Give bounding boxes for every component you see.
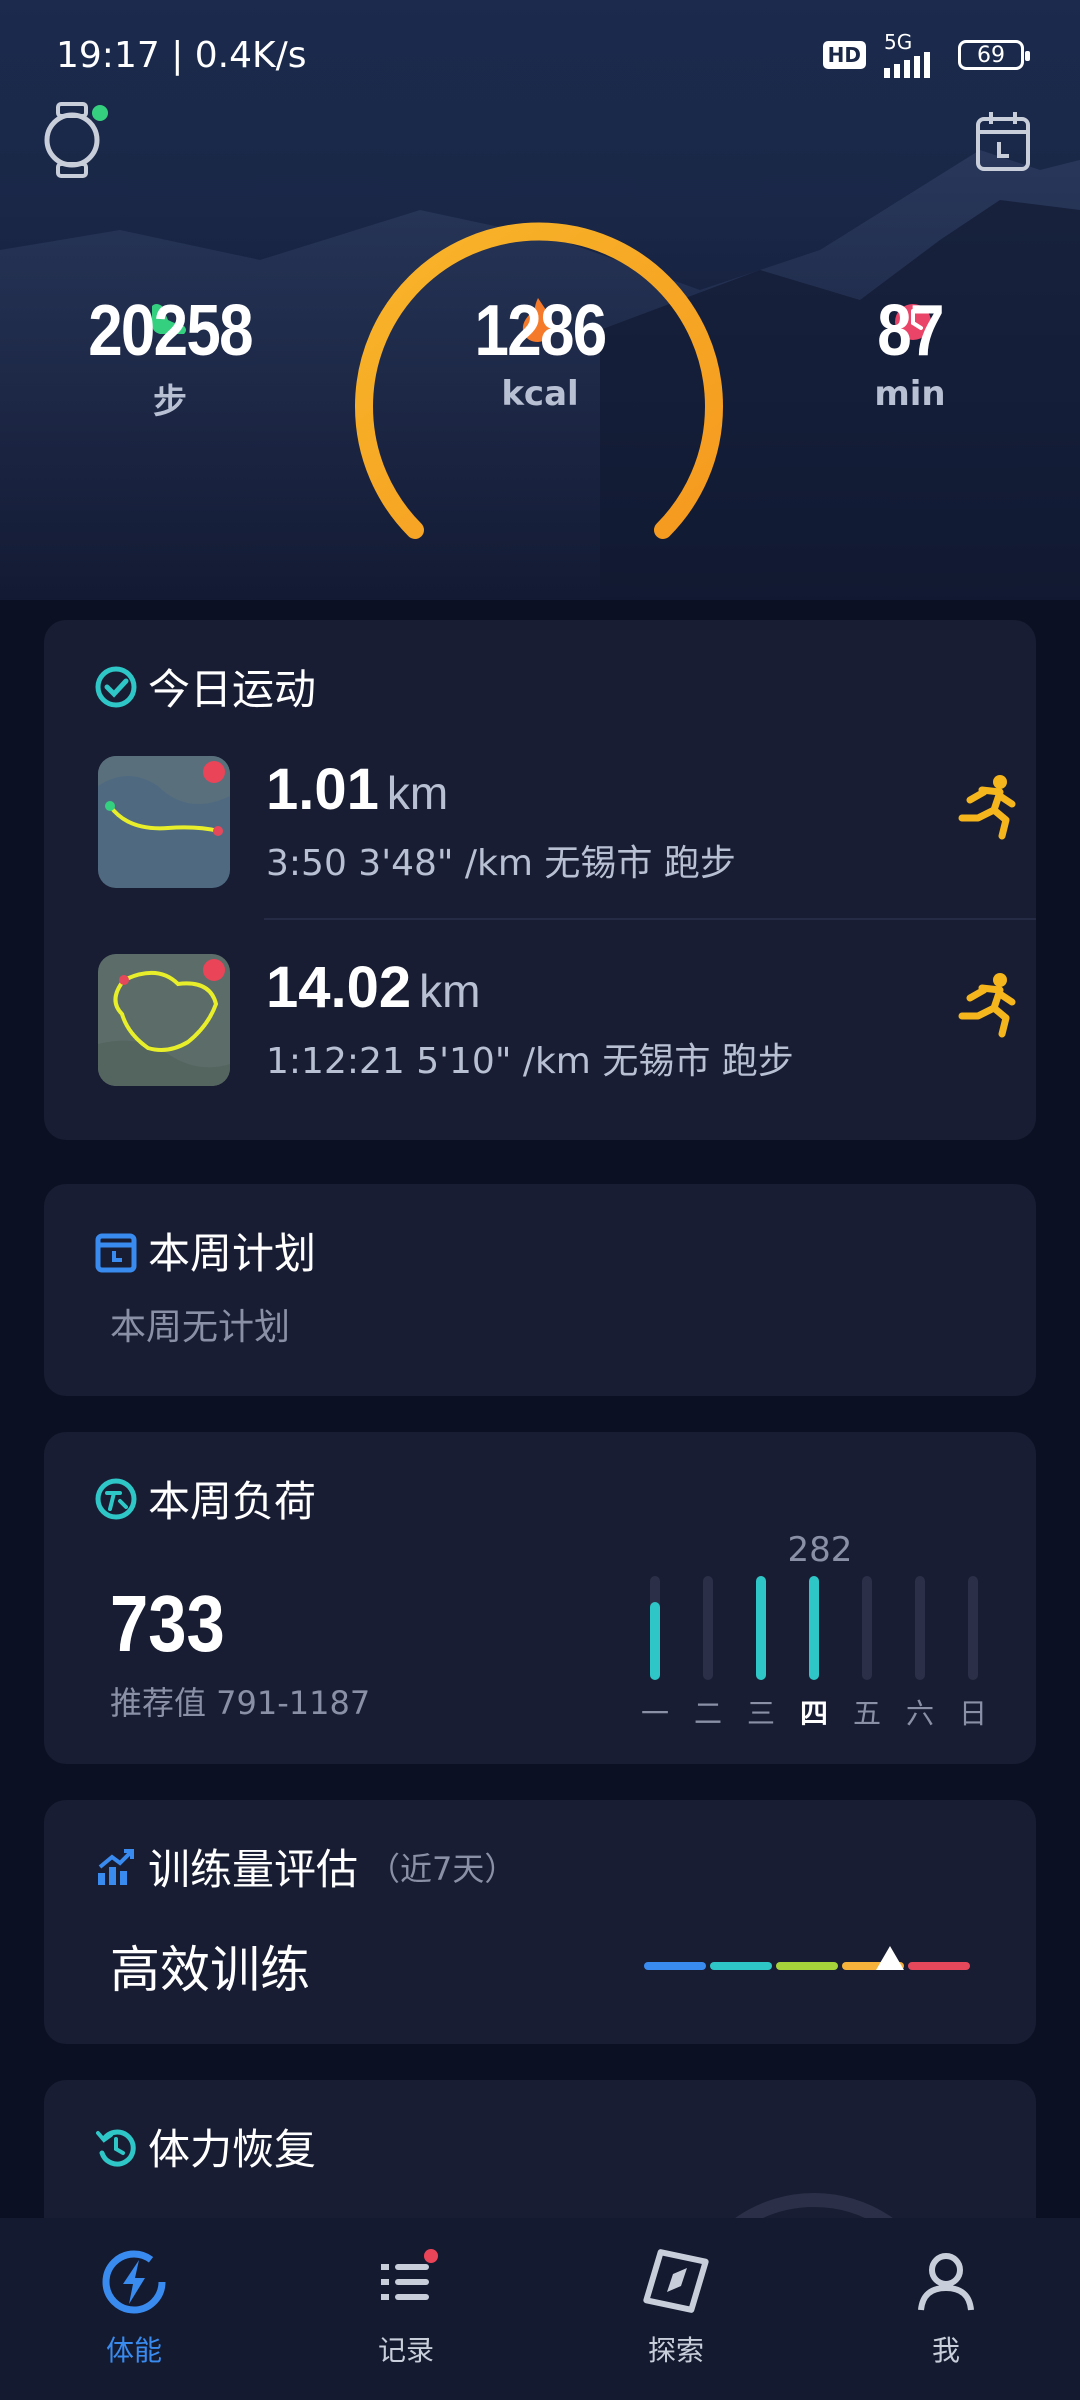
recovery-title: 体力恢复 bbox=[148, 2125, 317, 2174]
tab-label: 探索 bbox=[647, 2334, 704, 2367]
status-icons: HD 5G 69 bbox=[822, 32, 1030, 78]
calories-stat[interactable]: 1286 kcal bbox=[440, 290, 640, 414]
load-bar-track bbox=[915, 1576, 925, 1680]
recovery-title-row: 体力恢复 bbox=[94, 2116, 316, 2177]
training-title-row: 训练量评估 （近7天） bbox=[94, 1836, 516, 1897]
minutes-unit: min bbox=[874, 374, 946, 414]
status-time: 19:17 | 0.4K/s bbox=[56, 34, 307, 76]
trend-up-icon bbox=[98, 1848, 134, 1885]
hd-icon: HD bbox=[822, 41, 866, 69]
load-value: 733 bbox=[110, 1579, 225, 1668]
load-bar-track bbox=[968, 1576, 978, 1680]
today-activities-card: 今日运动 1.01 km 3:50 3'48" /km 无锡市 跑步 14.02… bbox=[44, 620, 1036, 1140]
tab-explore[interactable]: 探索 bbox=[616, 2248, 736, 2369]
activity-distance: 14.02 km bbox=[266, 955, 481, 1020]
bottom-tab-bar: 体能 记录 探索 我 bbox=[0, 2218, 1080, 2400]
steps-unit: 步 bbox=[153, 382, 187, 422]
route-map-thumbnail bbox=[98, 954, 230, 1086]
training-period: （近7天） bbox=[368, 1849, 517, 1888]
signal-icon: 5G bbox=[884, 32, 940, 78]
load-day-label: 四 bbox=[799, 1697, 828, 1730]
route-map-thumbnail bbox=[98, 756, 230, 888]
check-circle-icon bbox=[95, 666, 137, 707]
weekly-load-card[interactable]: 本周负荷 733 推荐值 791-1187 282 一二三四五六日 bbox=[44, 1432, 1036, 1764]
calendar-icon[interactable] bbox=[975, 110, 1031, 172]
watch-connected-dot bbox=[92, 105, 108, 121]
today-title-row: 今日运动 bbox=[94, 656, 316, 717]
activity-meta: 3:50 3'48" /km 无锡市 跑步 bbox=[266, 843, 736, 884]
activity-distance: 1.01 km bbox=[266, 757, 449, 822]
load-bar-track bbox=[650, 1576, 660, 1680]
activity-meta: 1:12:21 5'10" /km 无锡市 跑步 bbox=[266, 1041, 794, 1082]
weekly-plan-card[interactable]: 本周计划 本周无计划 bbox=[44, 1184, 1036, 1396]
tab-label: 我 bbox=[931, 2334, 960, 2367]
scale-segment bbox=[710, 1962, 772, 1970]
load-day-label: 六 bbox=[905, 1697, 934, 1730]
tab-records[interactable]: 记录 bbox=[346, 2248, 466, 2369]
battery-icon: 69 bbox=[958, 40, 1030, 70]
steps-stat[interactable]: 20258 步 bbox=[70, 290, 270, 423]
activity-item-2[interactable]: 14.02 km 1:12:21 5'10" /km 无锡市 跑步 bbox=[98, 954, 1016, 1094]
calories-unit: kcal bbox=[501, 374, 579, 414]
load-recommended: 推荐值 791-1187 bbox=[110, 1684, 371, 1722]
calendar-clock-icon bbox=[95, 1233, 137, 1272]
load-bar-fill bbox=[650, 1602, 660, 1680]
person-icon bbox=[918, 2253, 974, 2311]
plan-title-row: 本周计划 bbox=[94, 1220, 316, 1281]
activity-item-1[interactable]: 1.01 km 3:50 3'48" /km 无锡市 跑步 bbox=[98, 756, 1016, 896]
load-bar-track bbox=[756, 1576, 766, 1680]
load-day-label: 五 bbox=[852, 1697, 881, 1730]
tab-label: 记录 bbox=[377, 2334, 434, 2367]
training-title: 训练量评估 bbox=[148, 1845, 359, 1894]
minutes-stat[interactable]: 87 min bbox=[810, 290, 1010, 414]
load-day-label: 三 bbox=[746, 1697, 775, 1730]
training-status: 高效训练 bbox=[110, 1941, 310, 1999]
compass-icon bbox=[643, 2249, 709, 2313]
plan-title: 本周计划 bbox=[148, 1229, 317, 1278]
today-title: 今日运动 bbox=[148, 665, 317, 714]
scale-segment bbox=[908, 1962, 970, 1970]
tab-label: 体能 bbox=[105, 2334, 162, 2367]
minutes-value: 87 bbox=[877, 291, 944, 371]
steps-value: 20258 bbox=[88, 291, 253, 371]
load-bar-track bbox=[809, 1576, 819, 1680]
load-bar-fill bbox=[809, 1576, 819, 1680]
load-bar-track bbox=[703, 1576, 713, 1680]
load-peak-label: 282 bbox=[787, 1530, 853, 1570]
training-assessment-card[interactable]: 训练量评估 （近7天） 高效训练 bbox=[44, 1800, 1036, 2044]
load-title: 本周负荷 bbox=[148, 1477, 317, 1526]
history-icon bbox=[96, 2129, 136, 2167]
load-bar-track bbox=[862, 1576, 872, 1680]
load-bar-fill bbox=[756, 1576, 766, 1680]
load-day-label: 二 bbox=[693, 1697, 722, 1730]
scale-segment bbox=[644, 1962, 706, 1970]
running-icon bbox=[958, 775, 1016, 840]
tab-energy[interactable]: 体能 bbox=[74, 2248, 194, 2369]
load-title-row: 本周负荷 bbox=[94, 1468, 316, 1529]
load-day-label: 一 bbox=[640, 1697, 669, 1730]
load-day-label: 日 bbox=[958, 1697, 987, 1730]
scale-marker-icon bbox=[876, 1946, 904, 1970]
tab-me[interactable]: 我 bbox=[886, 2248, 1006, 2369]
calories-value: 1286 bbox=[474, 291, 608, 371]
hero-header: 19:17 | 0.4K/s HD 5G 69 20258 步 1286 kca… bbox=[0, 0, 1080, 600]
scale-segment bbox=[776, 1962, 838, 1970]
list-icon bbox=[381, 2249, 438, 2300]
load-gauge-icon bbox=[95, 1478, 137, 1519]
activity-divider bbox=[264, 918, 1036, 920]
running-icon bbox=[958, 973, 1016, 1038]
plan-empty-text: 本周无计划 bbox=[110, 1307, 291, 1348]
status-bar: 19:17 | 0.4K/s HD 5G 69 bbox=[0, 0, 1080, 110]
energy-icon bbox=[102, 2250, 166, 2314]
